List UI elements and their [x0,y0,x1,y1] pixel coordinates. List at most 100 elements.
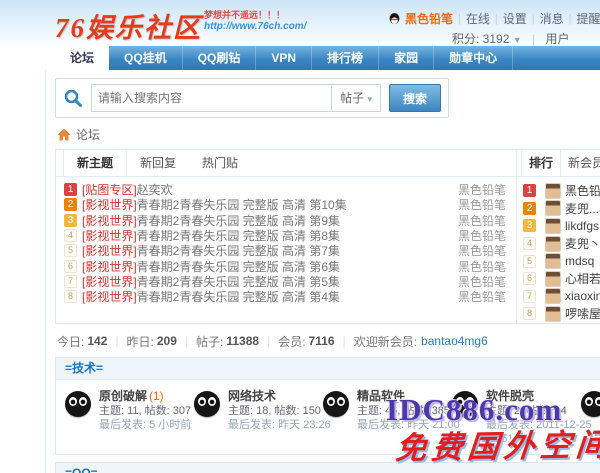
tab[interactable]: 新回复 [127,150,189,176]
forum-card[interactable]: ★ 精品软件 主题: 46, 帖数: 385 最后发表: 昨天 21:00 [318,389,447,446]
member-name[interactable]: 心相若则不离 [565,270,600,287]
thread-author[interactable]: 黑色铅笔 [450,228,506,243]
thread-category[interactable]: [影视世界] [82,228,137,243]
member-row[interactable]: 6 心相若则不离 [523,270,600,288]
thread-title[interactable]: 青春期2青春失乐园 完整版 高清 第10集 [137,197,347,212]
nav-item[interactable]: QQ挂机 [109,46,183,70]
thread-row[interactable]: 6 [影视世界] 青春期2青春失乐园 完整版 高清 第6集 黑色铅笔 [64,258,506,273]
nav-item[interactable]: QQ刷钻 [183,46,257,70]
forum-name[interactable]: 软件脱壳 [486,389,534,403]
member-name[interactable]: 麦兜丶_A姐 [565,235,600,252]
thread-category[interactable]: [影视世界] [82,197,137,212]
forum-card[interactable]: ★ 软件脱壳 主题: 2, 帖数: 14 最后发表: 2011-12-25 16… [447,389,576,446]
thread-title[interactable]: 青春期2青春失乐园 完整版 高清 第4集 [137,289,340,304]
user-toolbar-link[interactable]: 设置 [503,10,527,27]
rank-number-badge: 1 [64,183,77,196]
nav-item[interactable]: 排行榜 [312,46,379,70]
forum-name[interactable]: 精品软件 [357,389,405,403]
owl-forum-icon [65,391,91,417]
thread-author[interactable]: 黑色铅笔 [450,182,506,197]
member-row[interactable]: 4 麦兜丶_A姐 [523,235,600,253]
thread-row[interactable]: 5 [影视世界] 青春期2青春失乐园 完整版 高清 第7集 黑色铅笔 [64,243,506,258]
thread-row[interactable]: 1 [贴图专区] 赵奕欢 黑色铅笔 [64,182,506,197]
user-toolbar-link[interactable]: 提醒 [577,10,600,27]
thread-row[interactable]: 2 [影视世界] 青春期2青春失乐园 完整版 高清 第10集 黑色铅笔 [64,197,506,212]
tab[interactable]: 新会员 [561,150,600,176]
home-icon[interactable] [57,128,71,141]
site-logo[interactable]: 76娱乐社区 梦想并不遥远！！！ http://www.76ch.com/ [55,6,306,45]
stat-label: 昨日: [127,333,154,350]
thread-category[interactable]: [贴图专区] [82,182,137,197]
thread-category[interactable]: [影视世界] [82,258,137,273]
forum-card[interactable]: ★ 网络技术 主题: 18, 帖数: 150 最后发表: 昨天 23:26 [189,389,318,446]
thread-row[interactable]: 4 [影视世界] 青春期2青春失乐园 完整版 高清 第8集 黑色铅笔 [64,228,506,243]
thread-title[interactable]: 青春期2青春失乐园 完整版 高清 第5集 [137,274,340,289]
username-link[interactable]: 黑色铅笔 [405,10,453,27]
forum-card[interactable]: ★ 原创破解(1) 主题: 11, 帖数: 307 最后发表: 5 小时前 [60,389,189,446]
thread-author[interactable]: 黑色铅笔 [450,258,506,273]
user-menu-link[interactable]: 用户 [545,32,569,46]
forum-last-post-time: 16:51:27 [486,433,529,445]
divider: | [458,13,461,25]
new-member-link[interactable]: bantao4mg6 [421,334,488,348]
tab[interactable]: 新主题 [63,150,127,176]
thread-author[interactable]: 黑色铅笔 [450,289,506,304]
avatar [545,218,561,234]
forum-last-post[interactable]: 最后发表: 昨天 21:00 [357,419,460,431]
rank-number-badge: 7 [523,290,536,303]
forum-name[interactable]: 原创破解 [99,389,147,403]
category-title[interactable]: =QQ= [56,463,600,473]
nav-item[interactable]: 家园 [379,46,434,70]
thread-row[interactable]: 7 [影视世界] 青春期2青春失乐园 完整版 高清 第5集 黑色铅笔 [64,274,506,289]
thread-title[interactable]: 青春期2青春失乐园 完整版 高清 第6集 [137,258,340,273]
member-row[interactable]: 3 likdfgs [523,217,600,235]
thread-title[interactable]: 青春期2青春失乐园 完整版 高清 第8集 [137,228,340,243]
member-row[interactable]: 2 麦兜...小峰 [523,200,600,218]
thread-title[interactable]: 青春期2青春失乐园 完整版 高清 第7集 [137,243,340,258]
thread-author[interactable]: 黑色铅笔 [450,243,506,258]
category-title[interactable]: =技术= [56,358,600,380]
chevron-down-icon[interactable]: ▼ [513,35,522,45]
search-scope-select[interactable]: 帖子 ▾ [331,86,380,111]
member-row[interactable]: 7 xiaoxing123 [523,288,600,306]
member-row[interactable]: 5 mdsq [523,252,600,270]
thread-author[interactable]: 黑色铅笔 [450,197,506,212]
forum-card[interactable]: ★ 易语言交流 主题: 1 最后发表: 13:02:4 [576,389,600,446]
member-name[interactable]: 麦兜...小峰 [565,200,600,217]
member-row[interactable]: 1 黑色铅笔 [523,182,600,200]
thread-list: 1 [贴图专区] 赵奕欢 黑色铅笔 2 [影视世界] 青春期2青春失乐园 完整版… [56,177,516,309]
forum-last-post[interactable]: 最后发表: 昨天 23:26 [228,419,331,431]
thread-category[interactable]: [影视世界] [82,289,137,304]
tab[interactable]: 排行 [521,150,561,176]
stat-value: 11388 [226,334,259,348]
nav-item[interactable]: 勋章中心 [434,46,513,70]
thread-title[interactable]: 青春期2青春失乐园 完整版 高清 第9集 [137,213,340,228]
breadcrumb-forum[interactable]: 论坛 [76,126,100,143]
site-url[interactable]: http://www.76ch.com/ [204,21,306,32]
thread-category[interactable]: [影视世界] [82,274,137,289]
nav-item[interactable]: VPN [256,46,312,70]
search-button[interactable]: 搜索 [389,84,441,112]
member-name[interactable]: 黑色铅笔 [565,182,600,199]
thread-author[interactable]: 黑色铅笔 [450,274,506,289]
thread-title[interactable]: 赵奕欢 [137,182,173,197]
thread-category[interactable]: [影视世界] [82,243,137,258]
nav-item[interactable]: 论坛 [55,46,109,70]
forum-last-post[interactable]: 最后发表: 5 小时前 [99,419,191,431]
member-row[interactable]: 8 啰嗦屋 [523,305,600,323]
thread-row[interactable]: 8 [影视世界] 青春期2青春失乐园 完整版 高清 第4集 黑色铅笔 [64,289,506,304]
user-toolbar-link[interactable]: 消息 [540,10,564,27]
search-input[interactable] [92,91,331,105]
divider: | [532,32,535,46]
credits-value[interactable]: 积分: 3192 [452,32,509,46]
member-name[interactable]: xiaoxing123 [565,289,600,303]
member-name[interactable]: mdsq [565,254,594,268]
tab[interactable]: 热门贴 [189,150,251,176]
thread-author[interactable]: 黑色铅笔 [450,213,506,228]
user-toolbar-link[interactable]: 在线 [466,10,490,27]
thread-row[interactable]: 3 [影视世界] 青春期2青春失乐园 完整版 高清 第9集 黑色铅笔 [64,213,506,228]
member-name[interactable]: likdfgs [565,219,599,233]
thread-category[interactable]: [影视世界] [82,213,137,228]
member-name[interactable]: 啰嗦屋 [565,305,600,322]
forum-name[interactable]: 网络技术 [228,389,276,403]
